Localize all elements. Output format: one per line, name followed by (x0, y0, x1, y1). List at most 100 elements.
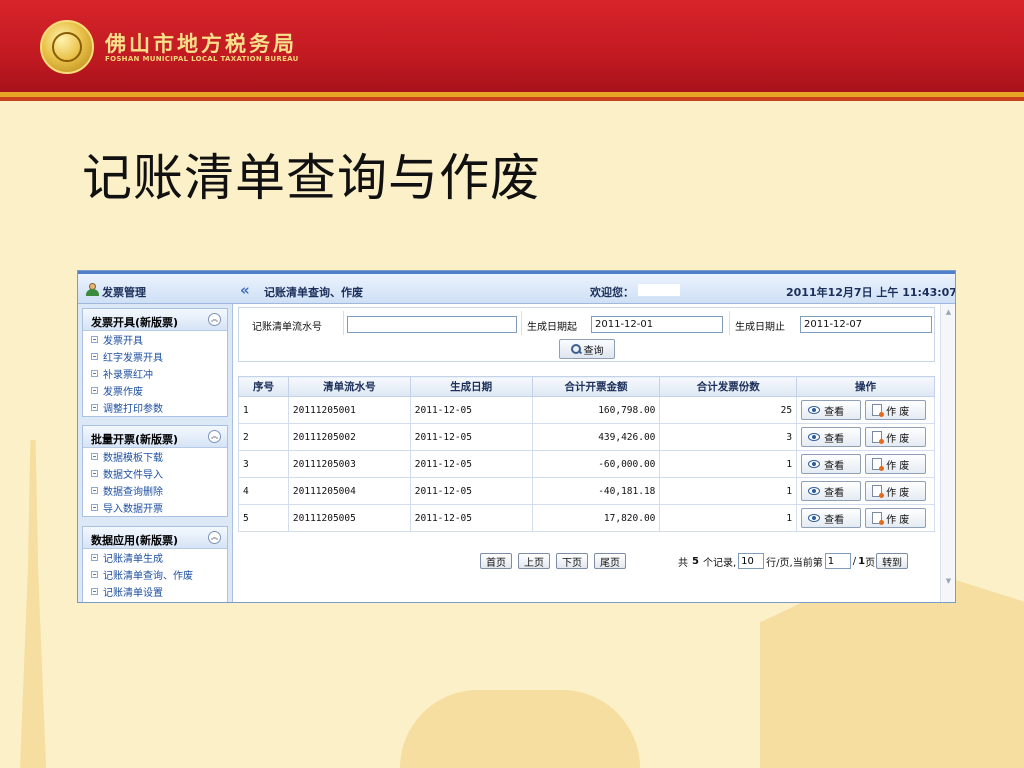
cell-count: 1 (659, 477, 798, 505)
menu-group-header[interactable]: 数据应用(新版票) ︽ (83, 527, 227, 549)
main-content: 记账清单流水号 生成日期起 生成日期止 查询 序号 清单流水号 (235, 304, 955, 602)
app-window: 发票管理 « 记账清单查询、作废 欢迎您： 2011年12月7日 上午 11:4… (77, 270, 956, 603)
cell-serial: 20111205005 (287, 504, 411, 532)
sidebar-item-import-issue[interactable]: 导入数据开票 (83, 499, 227, 516)
menu-bullet-icon (91, 353, 98, 360)
document-void-icon (872, 431, 885, 444)
cell-count: 25 (659, 396, 798, 424)
current-page-input[interactable] (824, 553, 851, 569)
cell-no: 3 (238, 450, 289, 478)
sidebar-item-ledger-generate[interactable]: 记账清单生成 (83, 549, 227, 566)
sidebar-item-supplement-red[interactable]: 补录票红冲 (83, 365, 227, 382)
menu-bullet-icon (91, 453, 98, 460)
document-void-icon (872, 485, 885, 498)
tower-silhouette (20, 440, 46, 768)
query-button[interactable]: 查询 (559, 339, 615, 359)
goto-page-button[interactable]: 转到 (876, 553, 909, 569)
document-void-icon (872, 512, 885, 525)
bureau-name-en: FOSHAN MUNICIPAL LOCAL TAXATION BUREAU (105, 55, 299, 63)
pager-pages-suffix: 页 (865, 557, 876, 569)
menu-bullet-icon (91, 487, 98, 494)
collapse-up-icon[interactable]: ︽ (208, 430, 221, 443)
cell-ops: 查看作 废 (796, 504, 935, 532)
pager-total-prefix: 共 (678, 557, 688, 569)
document-void-icon (872, 458, 885, 471)
scroll-down-icon[interactable]: ▼ (943, 576, 954, 587)
void-button[interactable]: 作 废 (865, 481, 927, 501)
void-button[interactable]: 作 废 (865, 508, 927, 528)
cell-no: 4 (238, 477, 289, 505)
sidebar-item-query-delete[interactable]: 数据查询删除 (83, 482, 227, 499)
void-button[interactable]: 作 废 (865, 454, 927, 474)
cell-date: 2011-12-05 (409, 477, 533, 505)
sidebar: 发票开具(新版票) ︽ 发票开具 红字发票开具 补录票红冲 发票作废 调整打印参… (78, 304, 233, 602)
prev-page-button[interactable]: 上页 (518, 553, 550, 569)
view-button[interactable]: 查看 (801, 508, 862, 528)
collapse-up-icon[interactable]: ︽ (208, 531, 221, 544)
date-from-label: 生成日期起 (527, 322, 577, 333)
void-button[interactable]: 作 废 (865, 400, 927, 420)
sidebar-item-ledger-settings[interactable]: 记账清单设置 (83, 583, 227, 600)
cell-date: 2011-12-05 (409, 396, 533, 424)
sidebar-item-template-download[interactable]: 数据模板下载 (83, 448, 227, 465)
menu-group-data: 数据应用(新版票) ︽ 记账清单生成 记账清单查询、作废 记账清单设置 (82, 526, 228, 602)
double-chevron-left-icon[interactable]: « (240, 281, 250, 299)
menu-group-header[interactable]: 发票开具(新版票) ︽ (83, 309, 227, 331)
pager-pages: 1 (858, 555, 866, 567)
menu-bullet-icon (91, 571, 98, 578)
pager-status: 共 5 个记录, 行/页,当前第 / 1 页 转到 (676, 552, 909, 570)
cell-ops: 查看作 废 (796, 477, 935, 505)
search-icon (570, 344, 581, 354)
void-button[interactable]: 作 废 (865, 427, 927, 447)
eye-icon (808, 514, 821, 522)
serial-number-input[interactable] (347, 316, 517, 333)
cell-date: 2011-12-05 (409, 450, 533, 478)
sidebar-item-file-import[interactable]: 数据文件导入 (83, 465, 227, 482)
table-header-row: 序号 清单流水号 生成日期 合计开票金额 合计发票份数 操作 (238, 376, 935, 397)
cell-date: 2011-12-05 (409, 423, 533, 451)
cell-ops: 查看作 废 (796, 450, 935, 478)
collapse-up-icon[interactable]: ︽ (208, 313, 221, 326)
last-page-button[interactable]: 尾页 (594, 553, 626, 569)
view-button[interactable]: 查看 (801, 481, 862, 501)
eye-icon (808, 406, 821, 414)
vertical-scrollbar[interactable]: ▲ ▼ (940, 304, 955, 602)
view-button[interactable]: 查看 (801, 400, 862, 420)
slide-title: 记账清单查询与作废 (82, 149, 541, 207)
pager-nav: 首页 上页 下页 尾页 (480, 552, 632, 570)
menu-bullet-icon (91, 370, 98, 377)
dome-silhouette (400, 690, 640, 768)
cell-amount: -60,000.00 (531, 450, 661, 478)
cell-no: 5 (238, 504, 289, 532)
first-page-button[interactable]: 首页 (480, 553, 512, 569)
menu-group-header[interactable]: 批量开票(新版票) ︽ (83, 426, 227, 448)
cell-serial: 20111205004 (287, 477, 411, 505)
cell-amount: 17,820.00 (531, 504, 661, 532)
sidebar-item-ledger-query[interactable]: 记账清单查询、作废 (83, 566, 227, 583)
menu-bullet-icon (91, 336, 98, 343)
cell-date: 2011-12-05 (409, 504, 533, 532)
view-button[interactable]: 查看 (801, 454, 862, 474)
sidebar-item-print-params[interactable]: 调整打印参数 (83, 399, 227, 416)
sidebar-item-issue-invoice[interactable]: 发票开具 (83, 331, 227, 348)
table-row: 2 20111205002 2011-12-05 439,426.00 3 查看… (238, 423, 935, 451)
eye-icon (808, 487, 821, 495)
field-divider (521, 311, 522, 335)
menu-bullet-icon (91, 387, 98, 394)
page-size-input[interactable] (738, 553, 765, 569)
cell-amount: 160,798.00 (531, 396, 661, 424)
field-divider (729, 311, 730, 335)
view-button[interactable]: 查看 (801, 427, 862, 447)
table-row: 4 20111205004 2011-12-05 -40,181.18 1 查看… (238, 477, 935, 505)
date-to-input[interactable] (800, 316, 932, 333)
pager-total-suffix: 个记录, (702, 557, 737, 569)
scroll-up-icon[interactable]: ▲ (943, 307, 954, 318)
next-page-button[interactable]: 下页 (556, 553, 588, 569)
current-datetime: 2011年12月7日 上午 11:43:07 (786, 286, 956, 299)
date-from-input[interactable] (591, 316, 723, 333)
eye-icon (808, 460, 821, 468)
sidebar-item-red-invoice[interactable]: 红字发票开具 (83, 348, 227, 365)
cell-ops: 查看作 废 (796, 396, 935, 424)
sidebar-item-void-invoice[interactable]: 发票作废 (83, 382, 227, 399)
pager-of: / (852, 555, 857, 567)
